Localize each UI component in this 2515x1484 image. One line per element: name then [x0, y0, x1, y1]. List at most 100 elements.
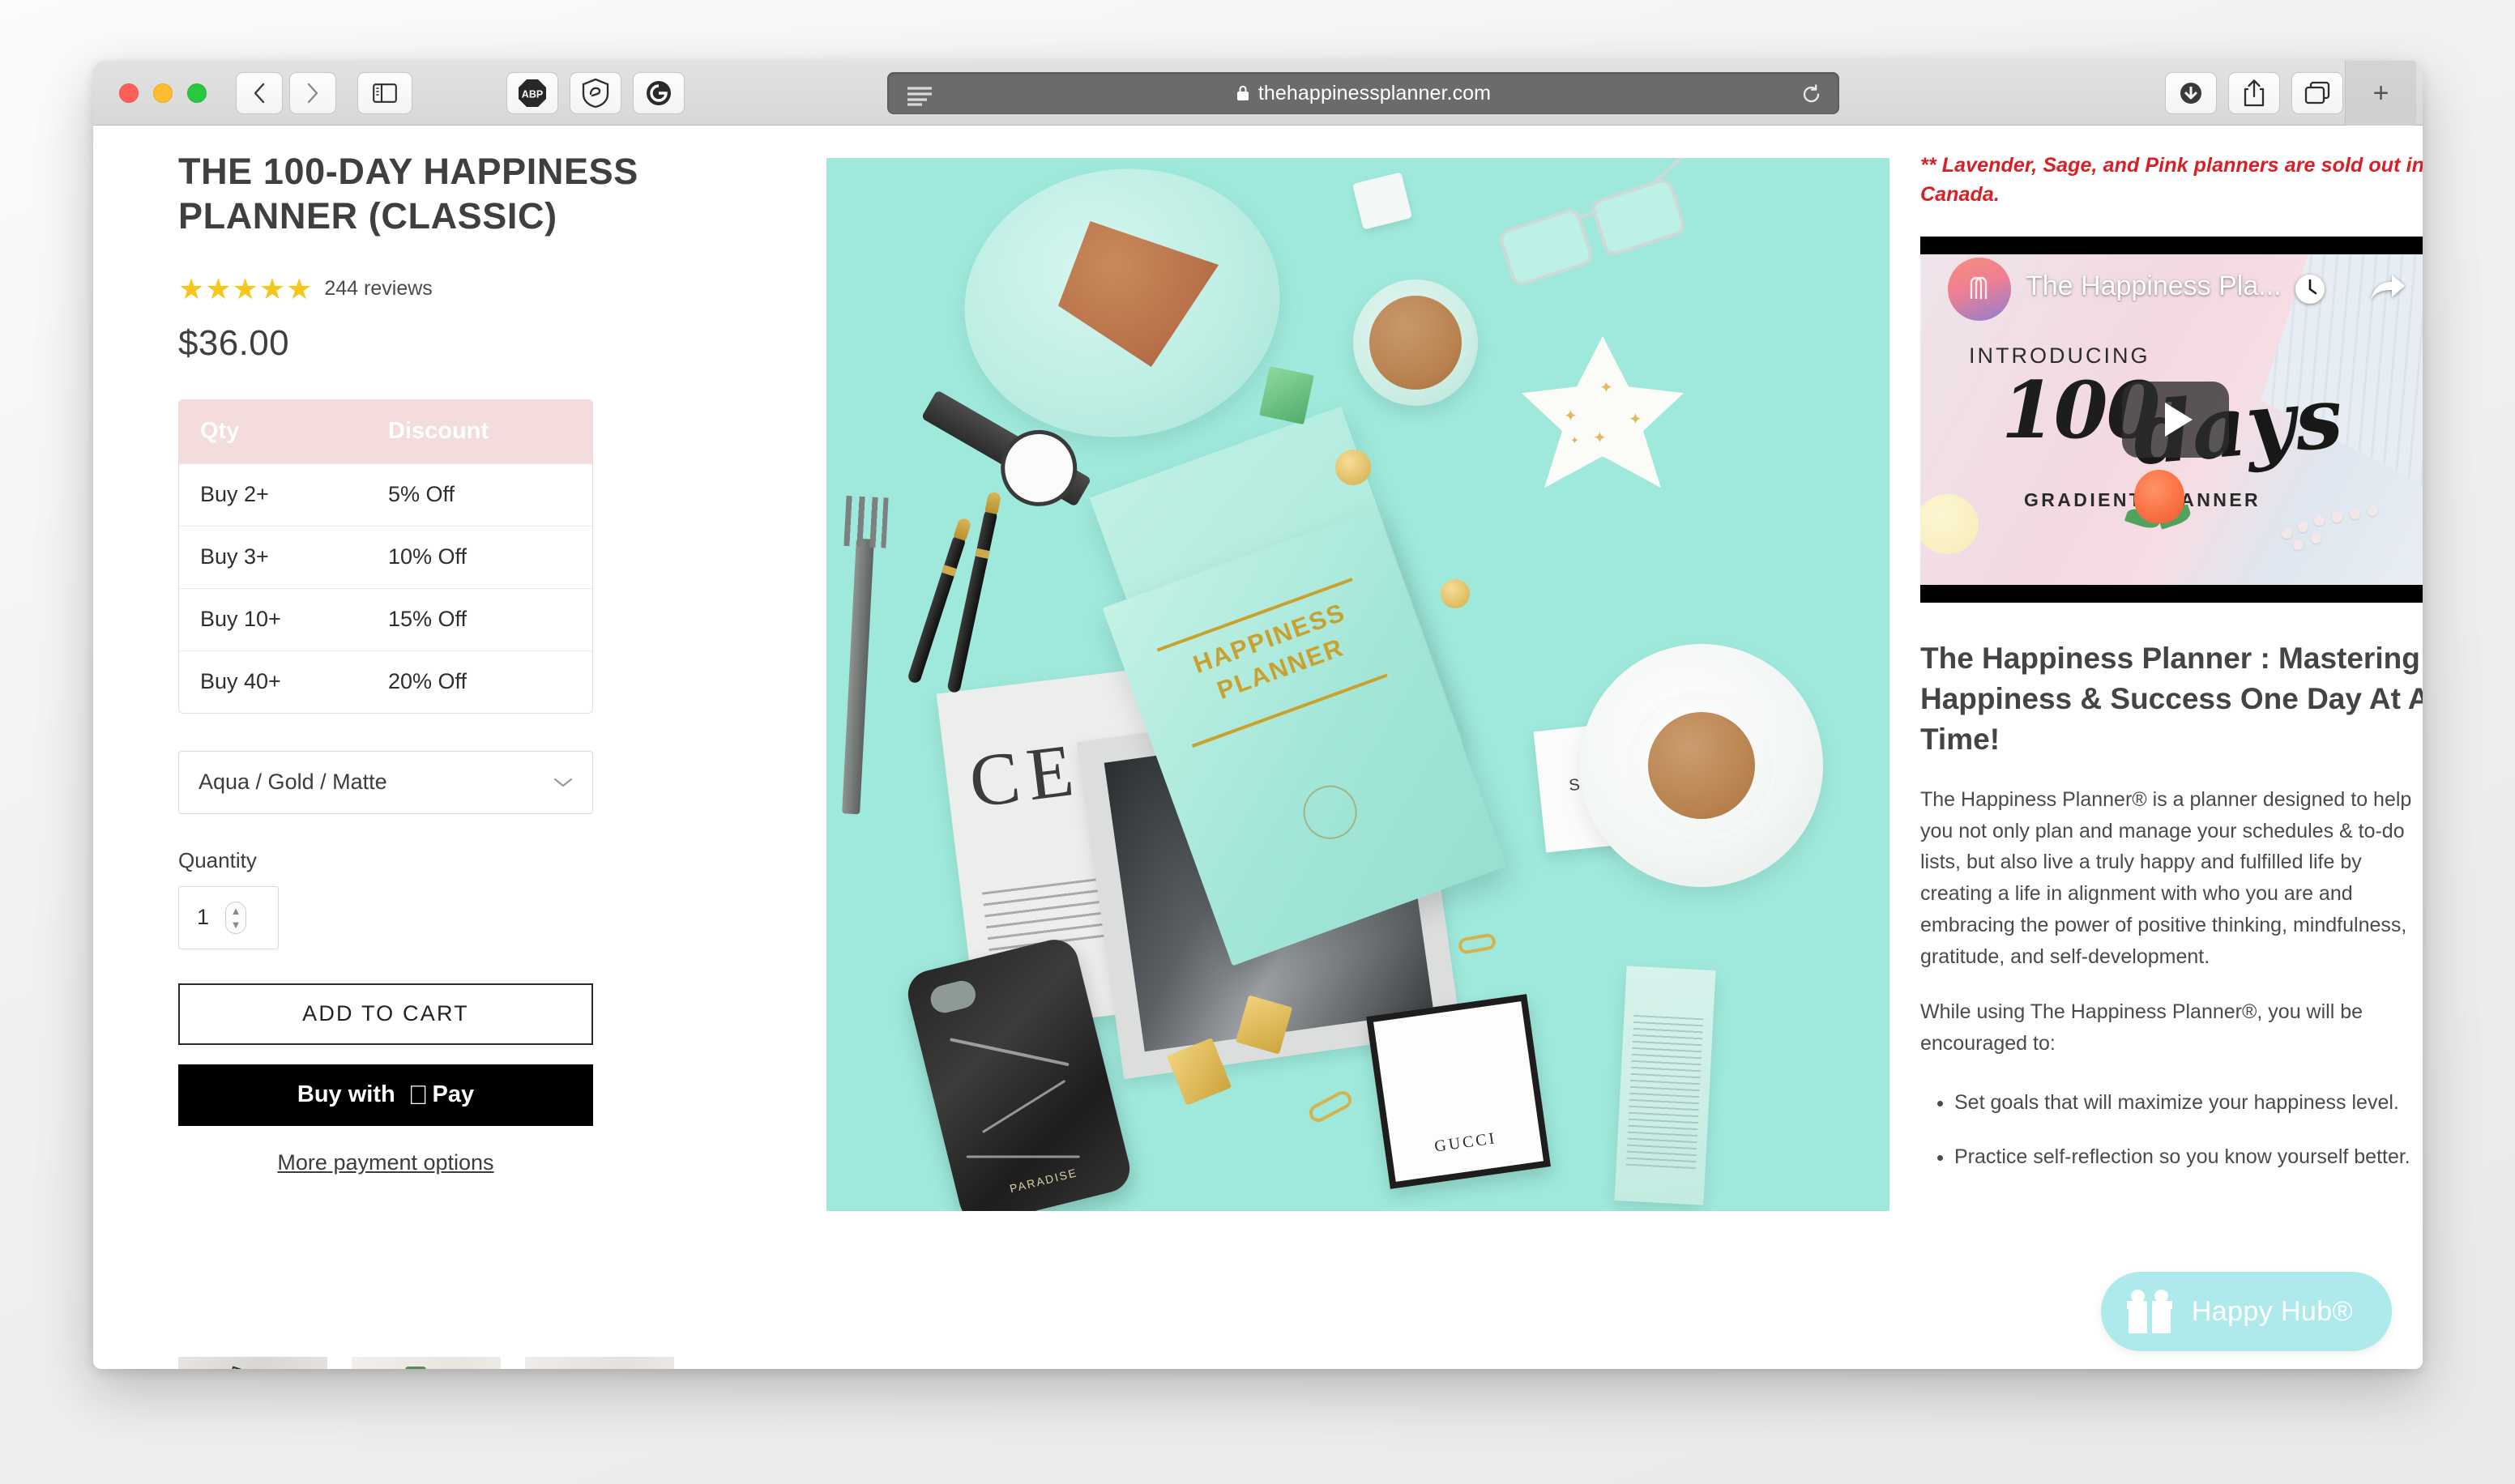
- cell-discount: 20% Off: [388, 669, 468, 694]
- reader-view-icon[interactable]: [906, 85, 933, 110]
- lock-icon: [1236, 85, 1249, 100]
- zoom-button[interactable]: [187, 83, 207, 103]
- video-macaron: [1920, 494, 1979, 554]
- product-info-column: THE 100-DAY HAPPINESS PLANNER (CLASSIC) …: [178, 150, 697, 1175]
- share-button[interactable]: [2228, 72, 2280, 114]
- product-video-player[interactable]: INTRODUCING 100 days GRADIENT PLANNER Th…: [1920, 237, 2423, 603]
- product-image[interactable]: ✦ ✦ ✦ ✦ ✦ CE HAPPINESS PLANNER PARADISE …: [826, 158, 1889, 1211]
- table-row: Buy 40+ 20% Off: [179, 650, 592, 713]
- reviews-count: 244 reviews: [324, 277, 433, 301]
- extension-buttons: ABP: [506, 71, 685, 114]
- column-header-discount: Discount: [388, 418, 489, 445]
- variant-selected-label: Aqua / Gold / Matte: [199, 770, 387, 795]
- ghostery-shield-button[interactable]: [570, 71, 621, 114]
- cell-discount: 5% Off: [388, 482, 455, 507]
- description-heading: The Happiness Planner : Mastering Happin…: [1920, 642, 2423, 756]
- table-header-row: Qty Discount: [179, 399, 592, 463]
- adblock-icon: ABP: [519, 79, 546, 107]
- thumbnail-strip: [178, 1357, 674, 1369]
- stepper-up-icon[interactable]: ▲: [231, 906, 241, 916]
- table-row: Buy 10+ 15% Off: [179, 587, 592, 650]
- quantity-value: 1: [197, 905, 210, 930]
- play-icon[interactable]: [2122, 382, 2229, 458]
- sugar-cube: [1351, 172, 1413, 230]
- quantity-label: Quantity: [178, 847, 257, 872]
- list-item: Set goals that will maximize your happin…: [1954, 1087, 2423, 1119]
- sold-out-note: ** Lavender, Sage, and Pink planners are…: [1920, 154, 2423, 206]
- adblock-plus-button[interactable]: ABP: [506, 71, 558, 114]
- tab-overview-icon: [2304, 81, 2330, 104]
- apple-pay-button[interactable]: Buy with  Pay: [178, 1064, 593, 1126]
- desktop-background: ABP thehappinessplanner.com + THE 100-DA…: [0, 0, 2515, 1484]
- quantity-input[interactable]: 1 ▲ ▼: [178, 885, 279, 949]
- reload-button[interactable]: [1800, 83, 1822, 109]
- grammarly-icon: [647, 80, 671, 105]
- minimize-button[interactable]: [153, 83, 173, 103]
- star-rating-icon: ★★★★★: [178, 271, 314, 305]
- apple-pay-label: Buy with: [297, 1081, 395, 1108]
- video-rose: [2121, 463, 2199, 551]
- gucci-box: GUCCI: [1366, 994, 1551, 1189]
- browser-toolbar: ABP thehappinessplanner.com +: [93, 61, 2423, 126]
- product-description-column: ** Lavender, Sage, and Pink planners are…: [1920, 151, 2423, 1195]
- gold-paperclip: [1457, 932, 1497, 955]
- downloads-button[interactable]: [2165, 72, 2217, 114]
- share-icon: [2244, 79, 2265, 107]
- thumbnail-1[interactable]: [178, 1357, 327, 1369]
- cell-qty: Buy 2+: [200, 482, 269, 507]
- window-controls: [119, 83, 207, 103]
- espresso-cup-saucer: [1580, 644, 1823, 887]
- star-trinket-dish: ✦ ✦ ✦ ✦ ✦: [1522, 336, 1684, 488]
- planner-logo: [1296, 778, 1364, 847]
- description-paragraph-2: While using The Happiness Planner®, you …: [1920, 1000, 2363, 1055]
- page-content: THE 100-DAY HAPPINESS PLANNER (CLASSIC) …: [93, 126, 2423, 1369]
- rating-row[interactable]: ★★★★★ 244 reviews: [178, 271, 697, 305]
- navigation-buttons: [236, 71, 336, 114]
- variant-select[interactable]: Aqua / Gold / Matte: [178, 750, 593, 814]
- shield-icon: [582, 78, 609, 108]
- more-payment-options-link[interactable]: More payment options: [178, 1150, 593, 1175]
- url-text: thehappinessplanner.com: [1258, 81, 1492, 104]
- product-price: $36.00: [178, 322, 289, 363]
- cell-discount: 10% Off: [388, 544, 468, 569]
- thumbnail-3[interactable]: [525, 1357, 674, 1369]
- new-tab-button[interactable]: +: [2345, 61, 2416, 126]
- share-icon[interactable]: [2369, 272, 2406, 309]
- thumbnail-2[interactable]: [352, 1357, 501, 1369]
- cell-qty: Buy 3+: [200, 544, 269, 569]
- address-bar[interactable]: thehappinessplanner.com: [887, 72, 1839, 114]
- add-to-cart-button[interactable]: ADD TO CART: [178, 983, 593, 1045]
- url-text-group: thehappinessplanner.com: [1236, 82, 1491, 105]
- close-button[interactable]: [119, 83, 139, 103]
- quantity-stepper[interactable]: ▲ ▼: [225, 901, 247, 934]
- sidebar-toggle-button[interactable]: [357, 71, 412, 114]
- description-paragraph-1: The Happiness Planner® is a planner desi…: [1920, 787, 2412, 968]
- grammarly-button[interactable]: [633, 71, 685, 114]
- fork: [842, 495, 889, 815]
- video-title[interactable]: The Happiness Pla...: [2026, 271, 2282, 302]
- video-pearls: [2282, 504, 2395, 550]
- chevron-down-icon: [553, 778, 573, 787]
- channel-avatar[interactable]: [1948, 258, 2011, 321]
- back-button[interactable]: [236, 71, 283, 114]
- happy-hub-label: Happy Hub®: [2191, 1295, 2353, 1327]
- tab-overview-button[interactable]: [2291, 72, 2343, 114]
- stepper-down-icon[interactable]: ▼: [231, 919, 241, 930]
- new-tab-label: +: [2372, 77, 2389, 109]
- watch-later-icon[interactable]: [2293, 272, 2327, 310]
- list-item: Practice self-reflection so you know you…: [1954, 1141, 2423, 1173]
- cell-discount: 15% Off: [388, 607, 468, 632]
- gold-paperclip: [1306, 1088, 1355, 1125]
- coffee-mug: [1353, 279, 1478, 406]
- download-icon: [2180, 83, 2201, 104]
- volume-discount-table: Qty Discount Buy 2+ 5% Off Buy 3+ 10% Of…: [178, 399, 593, 714]
- browser-window: ABP thehappinessplanner.com + THE 100-DA…: [93, 61, 2423, 1369]
- magazine-text: CE: [964, 727, 1086, 824]
- page-title: THE 100-DAY HAPPINESS PLANNER (CLASSIC): [178, 151, 638, 237]
- happy-hub-widget[interactable]: Happy Hub®: [2100, 1272, 2392, 1351]
- gucci-text: GUCCI: [1433, 1129, 1498, 1156]
- table-row: Buy 3+ 10% Off: [179, 525, 592, 588]
- table-row: Buy 2+ 5% Off: [179, 463, 592, 526]
- sidebar-icon: [373, 83, 397, 103]
- forward-button[interactable]: [289, 71, 336, 114]
